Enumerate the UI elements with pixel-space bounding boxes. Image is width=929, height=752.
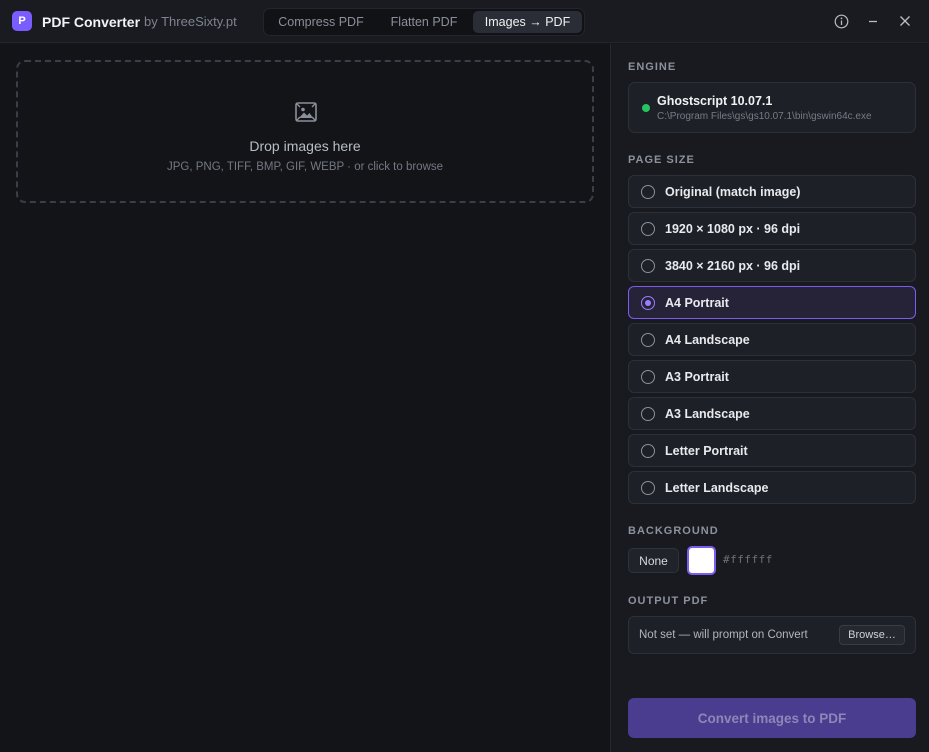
output-section-label: OUTPUT PDF bbox=[628, 595, 709, 607]
minimize-icon[interactable] bbox=[864, 12, 882, 30]
app-logo: P bbox=[12, 11, 32, 31]
image-icon bbox=[294, 100, 318, 124]
page-size-option-a3-portrait[interactable]: A3 Portrait bbox=[628, 360, 916, 393]
settings-panel: ENGINE Ghostscript 10.07.1 C:\Program Fi… bbox=[610, 44, 929, 752]
radio-button[interactable] bbox=[641, 407, 655, 421]
page-size-option-1920x1080[interactable]: 1920 × 1080 px · 96 dpi bbox=[628, 212, 916, 245]
page-size-option-letter-landscape[interactable]: Letter Landscape bbox=[628, 471, 916, 504]
page-size-option-a3-landscape[interactable]: A3 Landscape bbox=[628, 397, 916, 430]
page-size-option-label: Letter Landscape bbox=[665, 481, 769, 495]
page-size-section-label: PAGE SIZE bbox=[628, 154, 695, 166]
page-size-option-label: A3 Portrait bbox=[665, 370, 729, 384]
page-size-option-a4-portrait[interactable]: A4 Portrait bbox=[628, 286, 916, 319]
info-icon[interactable] bbox=[832, 12, 850, 30]
output-path-card: Not set — will prompt on Convert Browse… bbox=[628, 616, 916, 654]
tab-compress-pdf[interactable]: Compress PDF bbox=[268, 11, 374, 33]
radio-button[interactable] bbox=[641, 185, 655, 199]
background-section-label: BACKGROUND bbox=[628, 525, 719, 537]
radio-button[interactable] bbox=[641, 333, 655, 347]
engine-card: Ghostscript 10.07.1 C:\Program Files\gs\… bbox=[628, 82, 916, 133]
browse-button[interactable]: Browse… bbox=[839, 625, 905, 645]
page-size-option-label: 1920 × 1080 px · 96 dpi bbox=[665, 222, 801, 236]
radio-button-selected[interactable] bbox=[641, 296, 655, 310]
page-size-option-letter-portrait[interactable]: Letter Portrait bbox=[628, 434, 916, 467]
output-path-value: Not set — will prompt on Convert bbox=[639, 629, 808, 641]
radio-button[interactable] bbox=[641, 370, 655, 384]
page-size-option-label: Original (match image) bbox=[665, 185, 801, 199]
tab-images-to-pdf[interactable]: Images → PDF bbox=[473, 11, 582, 33]
radio-button[interactable] bbox=[641, 222, 655, 236]
page-size-option-label: A3 Landscape bbox=[665, 407, 750, 421]
background-color-swatch[interactable] bbox=[687, 546, 716, 575]
engine-status-dot bbox=[642, 104, 650, 112]
background-none-button[interactable]: None bbox=[628, 548, 679, 573]
image-dropzone[interactable]: Drop images here JPG, PNG, TIFF, BMP, GI… bbox=[16, 60, 594, 203]
background-hex-value: #ffffff bbox=[723, 553, 773, 566]
title-bar: P PDF Converter by ThreeSixty.pt Compres… bbox=[0, 0, 929, 43]
close-icon[interactable] bbox=[896, 12, 914, 30]
dropzone-hint: JPG, PNG, TIFF, BMP, GIF, WEBP · or clic… bbox=[166, 161, 444, 173]
dropzone-title: Drop images here bbox=[249, 138, 361, 154]
page-size-option-label: Letter Portrait bbox=[665, 444, 748, 458]
page-size-option-label: 3840 × 2160 px · 96 dpi bbox=[665, 259, 801, 273]
radio-button[interactable] bbox=[641, 259, 655, 273]
radio-button[interactable] bbox=[641, 444, 655, 458]
page-size-option-3840x2160[interactable]: 3840 × 2160 px · 96 dpi bbox=[628, 249, 916, 282]
engine-name: Ghostscript 10.07.1 bbox=[657, 94, 773, 108]
page-size-option-original[interactable]: Original (match image) bbox=[628, 175, 916, 208]
image-list-area: Drop images here JPG, PNG, TIFF, BMP, GI… bbox=[0, 44, 610, 752]
app-subtitle: by ThreeSixty.pt bbox=[144, 14, 237, 29]
engine-section-label: ENGINE bbox=[628, 61, 677, 73]
page-size-option-label: A4 Portrait bbox=[665, 296, 729, 310]
convert-button[interactable]: Convert images to PDF bbox=[628, 698, 916, 738]
tab-flatten-pdf[interactable]: Flatten PDF bbox=[378, 11, 470, 33]
radio-button[interactable] bbox=[641, 481, 655, 495]
mode-tabs: Compress PDF Flatten PDF Images → PDF bbox=[263, 8, 585, 36]
page-size-option-label: A4 Landscape bbox=[665, 333, 750, 347]
app-title: PDF Converter bbox=[42, 14, 141, 30]
page-size-option-a4-landscape[interactable]: A4 Landscape bbox=[628, 323, 916, 356]
engine-path: C:\Program Files\gs\gs10.07.1\bin\gswin6… bbox=[657, 111, 872, 122]
